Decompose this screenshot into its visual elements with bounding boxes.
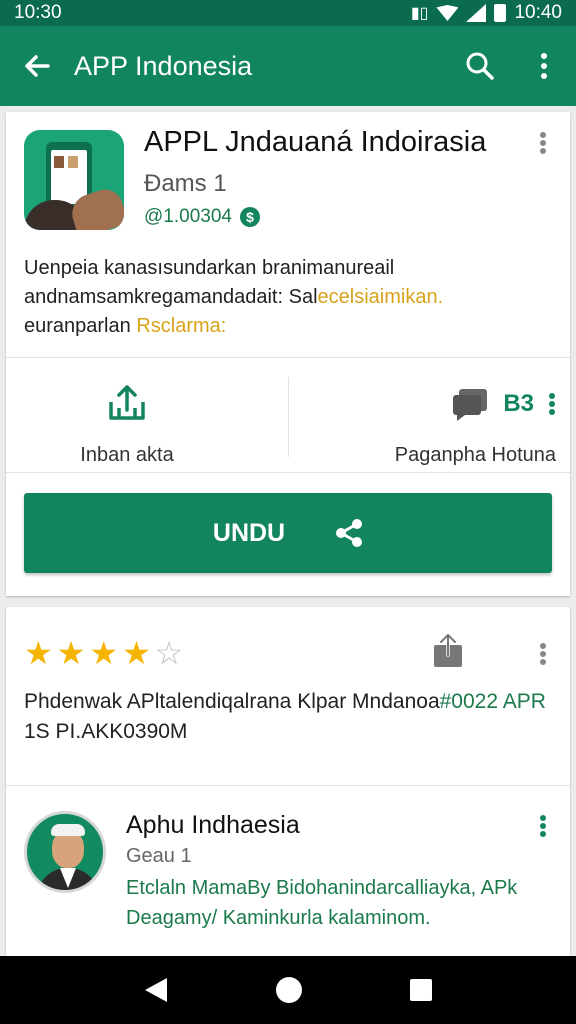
app-title: APPL Jndauaná Indoirasia <box>144 126 487 158</box>
more-options-button[interactable] <box>512 51 576 81</box>
share-upload-icon <box>109 385 145 420</box>
thumb-graphic <box>54 156 64 168</box>
version-row: @1.00304 $ <box>144 206 260 228</box>
navigation-bar <box>0 956 576 1024</box>
square-recent-icon[interactable] <box>409 978 433 1002</box>
wifi-icon <box>436 5 459 21</box>
version-text: @1.00304 <box>144 206 232 227</box>
description-line: andnamsamkregamandadait: Salecelsiaimika… <box>24 286 444 308</box>
more-vert-icon <box>540 643 546 665</box>
star-outline-icon: ☆ <box>154 635 184 671</box>
star-icon: ★ <box>122 635 151 671</box>
install-label: UNDU <box>212 518 286 547</box>
star-icon: ★ <box>24 635 53 671</box>
user-subtitle: Geau 1 <box>126 845 192 867</box>
avatar-cap <box>51 824 85 836</box>
description-line: Uenpeia kanasısundarkan branimanureail <box>24 257 395 279</box>
export-button[interactable] <box>432 632 464 674</box>
thumb-graphic <box>68 156 78 168</box>
signal-icon <box>466 4 487 22</box>
vibrate-icon: ▮▯ <box>410 5 429 22</box>
description-line: euranparlan Rsclarma: <box>24 315 227 337</box>
feature-badge: B3 <box>503 390 534 417</box>
user-title: Aphu Indhaesia <box>126 811 300 839</box>
share-action[interactable]: Inban akta <box>42 382 212 467</box>
divider <box>6 357 570 358</box>
user-text: Etclaln MamaBy Bidohanindarcalliayka, AP… <box>126 873 556 933</box>
arrow-left-icon <box>25 55 50 77</box>
more-vert-icon <box>541 53 547 79</box>
status-bar: 10:30 ▮▯ 10:40 <box>0 0 576 26</box>
app-bar: APP Indonesia <box>0 26 576 106</box>
status-time-left: 10:30 <box>14 2 62 23</box>
search-icon <box>466 52 494 80</box>
app-detail-card: APPL Jndauaná Indoirasia Đams 1 @1.00304… <box>6 112 570 596</box>
chat-icon <box>453 389 488 421</box>
review-card: ★ ★ ★ ★ ☆ Phdenwak APltalendiqalrana Klp… <box>6 607 570 957</box>
star-icon: ★ <box>89 635 119 671</box>
circle-home-icon[interactable] <box>275 976 303 1004</box>
install-button[interactable]: UNDU <box>24 493 552 573</box>
review-more-button[interactable] <box>531 639 555 669</box>
triangle-back-icon[interactable] <box>143 976 169 1004</box>
verified-icon: $ <box>239 207 260 227</box>
battery-icon <box>494 4 507 22</box>
review-text: Phdenwak APltalendiqalrana Klpar Mndanoa… <box>24 687 552 747</box>
avatar[interactable] <box>24 811 106 893</box>
back-button[interactable] <box>0 51 74 81</box>
star-icon: ★ <box>56 635 86 671</box>
divider <box>6 472 570 473</box>
app-description: Uenpeia kanasısundarkan branimanureail a… <box>24 254 552 341</box>
more-vert-icon <box>540 815 546 837</box>
user-more-button[interactable] <box>531 811 555 841</box>
review-line: Phdenwak APltalendiqalrana Klpar Mndanoa… <box>24 690 546 713</box>
user-text-line: Etclaln MamaBy Bidohanindarcalliayka, AP… <box>126 877 518 899</box>
feature-label: Paganpha Hotuna <box>394 444 556 466</box>
share-nodes-icon <box>336 519 363 547</box>
export-icon <box>434 632 462 667</box>
divider <box>6 785 570 786</box>
review-line: 1S PI.AKK0390M <box>24 720 188 743</box>
share-label: Inban akta <box>80 444 174 466</box>
developer-name[interactable]: Đams 1 <box>144 170 227 198</box>
divider <box>288 377 289 457</box>
app-more-button[interactable] <box>531 128 555 158</box>
search-button[interactable] <box>448 51 512 81</box>
feature-action[interactable]: B3 Paganpha Hotuna <box>306 382 556 467</box>
status-icons: ▮▯ 10:40 <box>411 2 562 24</box>
app-bar-title: APP Indonesia <box>74 50 253 81</box>
more-vert-icon <box>540 132 546 154</box>
more-vert-icon <box>549 393 555 415</box>
user-text-line: Deagamy/ Kaminkurla kalaminom. <box>126 907 431 929</box>
app-icon[interactable] <box>24 130 124 230</box>
rating-stars: ★ ★ ★ ★ ☆ <box>24 637 183 669</box>
status-time-right: 10:40 <box>514 2 562 23</box>
